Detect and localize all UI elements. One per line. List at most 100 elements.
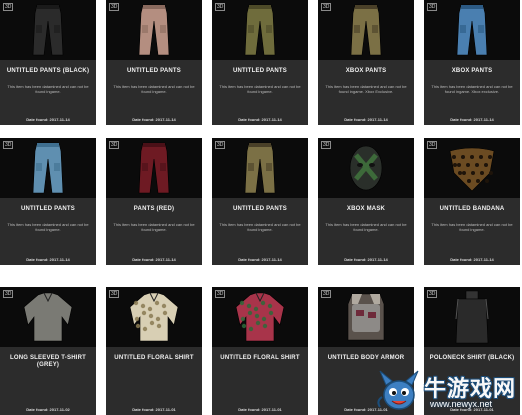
item-name: UNTITLED PANTS	[232, 68, 288, 74]
item-card[interactable]: 3D UNTITLED FLORAL SHIRT Date found: 201…	[212, 287, 308, 415]
black-cargo-pants-icon	[31, 3, 65, 57]
item-date: Date found: 2017-11-14	[238, 117, 282, 122]
item-name: POLONECK SHIRT (BLACK)	[429, 355, 515, 361]
item-description: This item has been datamined and can not…	[7, 84, 89, 94]
pink-pants-icon	[137, 3, 171, 57]
item-date: Date found: 2017-11-02	[26, 407, 70, 412]
item-card[interactable]: 3D UNTITLED FLORAL SHIRT Date found: 201…	[106, 287, 202, 415]
item-card[interactable]: 3D XBOX PANTS This item has been datamin…	[318, 0, 414, 125]
item-name: UNTITLED PANTS	[126, 68, 182, 74]
watermark: 牛游戏网 www.newyx.net	[372, 367, 520, 415]
item-card[interactable]: 3D UNTITLED BANDANA This item has been d…	[424, 138, 520, 265]
item-image: 3D	[106, 0, 202, 60]
item-description: This item has been datamined and can not…	[325, 222, 407, 232]
item-info: UNTITLED PANTS (BLACK) This item has bee…	[0, 60, 96, 125]
3d-badge: 3D	[109, 290, 120, 298]
mask-icon	[346, 143, 386, 193]
item-card[interactable]: 3D XBOX MASK This item has been datamine…	[318, 138, 414, 265]
red-pants-icon	[137, 141, 171, 195]
item-card[interactable]: 3D LONG SLEEVED T-SHIRT (GREY) Date foun…	[0, 287, 96, 415]
3d-badge: 3D	[3, 290, 14, 298]
item-date: Date found: 2017-11-14	[344, 117, 388, 122]
items-grid-top: 3D UNTITLED PANTS (BLACK) This item has …	[0, 0, 522, 125]
item-image: 3D	[318, 287, 414, 347]
3d-badge: 3D	[427, 141, 438, 149]
item-name: UNTITLED PANTS (BLACK)	[6, 68, 90, 74]
item-image: 3D	[212, 287, 308, 347]
item-card[interactable]: 3D UNTITLED PANTS This item has been dat…	[212, 0, 308, 125]
items-grid-middle: 3D UNTITLED PANTS This item has been dat…	[0, 138, 522, 265]
olive-pants-icon	[243, 3, 277, 57]
item-info: LONG SLEEVED T-SHIRT (GREY) Date found: …	[0, 347, 96, 415]
item-name: UNTITLED BANDANA	[439, 206, 505, 212]
item-description: This item has been datamined and can not…	[431, 222, 513, 232]
item-image: 3D	[0, 138, 96, 198]
item-image: 3D	[0, 287, 96, 347]
3d-badge: 3D	[321, 290, 332, 298]
item-card[interactable]: 3D UNTITLED PANTS (BLACK) This item has …	[0, 0, 96, 125]
item-description: This item has been datamined and can not…	[219, 84, 301, 94]
item-image: 3D	[424, 138, 520, 198]
blue-jeans-icon	[455, 3, 489, 57]
item-info: UNTITLED FLORAL SHIRT Date found: 2017-1…	[212, 347, 308, 415]
item-info: PANTS (RED) This item has been datamined…	[106, 198, 202, 265]
3d-badge: 3D	[3, 141, 14, 149]
item-info: UNTITLED PANTS This item has been datami…	[212, 198, 308, 265]
3d-badge: 3D	[215, 141, 226, 149]
item-date: Date found: 2017-11-14	[450, 257, 494, 262]
item-info: UNTITLED PANTS This item has been datami…	[0, 198, 96, 265]
3d-badge: 3D	[215, 3, 226, 11]
3d-badge: 3D	[109, 141, 120, 149]
item-image: 3D	[424, 287, 520, 347]
item-card[interactable]: 3D PANTS (RED) This item has been datami…	[106, 138, 202, 265]
3d-badge: 3D	[427, 290, 438, 298]
item-name: PANTS (RED)	[133, 206, 175, 212]
item-info: UNTITLED FLORAL SHIRT Date found: 2017-1…	[106, 347, 202, 415]
item-info: UNTITLED BANDANA This item has been data…	[424, 198, 520, 265]
bandana-icon	[446, 143, 498, 193]
item-info: UNTITLED PANTS This item has been datami…	[212, 60, 308, 125]
item-image: 3D	[424, 0, 520, 60]
item-info: XBOX PANTS This item has been datamined …	[318, 60, 414, 125]
item-name: UNTITLED PANTS	[232, 206, 288, 212]
item-image: 3D	[106, 138, 202, 198]
item-card[interactable]: 3D UNTITLED PANTS This item has been dat…	[212, 138, 308, 265]
3d-badge: 3D	[215, 290, 226, 298]
item-date: Date found: 2017-11-14	[132, 257, 176, 262]
item-image: 3D	[318, 0, 414, 60]
item-name: XBOX MASK	[346, 206, 386, 212]
3d-badge: 3D	[427, 3, 438, 11]
item-card[interactable]: 3D UNTITLED PANTS This item has been dat…	[106, 0, 202, 125]
light-jeans-icon	[31, 141, 65, 195]
item-date: Date found: 2017-11-01	[132, 407, 176, 412]
item-description: This item has been datamined and can not…	[7, 222, 89, 232]
item-description: This item has been datamined and can not…	[219, 222, 301, 232]
item-image: 3D	[212, 138, 308, 198]
item-name: UNTITLED FLORAL SHIRT	[114, 355, 194, 361]
3d-badge: 3D	[3, 3, 14, 11]
item-description: This item has been datamined and can not…	[431, 84, 513, 94]
item-date: Date found: 2017-11-01	[238, 407, 282, 412]
body-armor-icon	[342, 290, 390, 344]
item-date: Date found: 2017-11-14	[344, 257, 388, 262]
item-info: XBOX PANTS This item has been datamined …	[424, 60, 520, 125]
floral-shirt-icon	[126, 291, 182, 343]
item-card[interactable]: 3D XBOX PANTS This item has been datamin…	[424, 0, 520, 125]
camo-pants-icon	[349, 3, 383, 57]
item-image: 3D	[212, 0, 308, 60]
mascot-icon	[377, 370, 419, 410]
item-date: Date found: 2017-11-14	[26, 257, 70, 262]
item-description: This item has been datamined and can not…	[325, 84, 407, 94]
item-name: UNTITLED FLORAL SHIRT	[220, 355, 300, 361]
grey-shirt-icon	[20, 291, 76, 343]
item-date: Date found: 2017-11-14	[238, 257, 282, 262]
3d-badge: 3D	[109, 3, 120, 11]
item-info: XBOX MASK This item has been datamined a…	[318, 198, 414, 265]
red-floral-shirt-icon	[232, 291, 288, 343]
item-name: XBOX PANTS	[345, 68, 387, 74]
watermark-url: www.newyx.net	[430, 399, 493, 409]
item-card[interactable]: 3D UNTITLED PANTS This item has been dat…	[0, 138, 96, 265]
poloneck-shirt-icon	[452, 289, 492, 345]
item-name: LONG SLEEVED T-SHIRT (GREY)	[9, 355, 86, 368]
item-info: UNTITLED PANTS This item has been datami…	[106, 60, 202, 125]
